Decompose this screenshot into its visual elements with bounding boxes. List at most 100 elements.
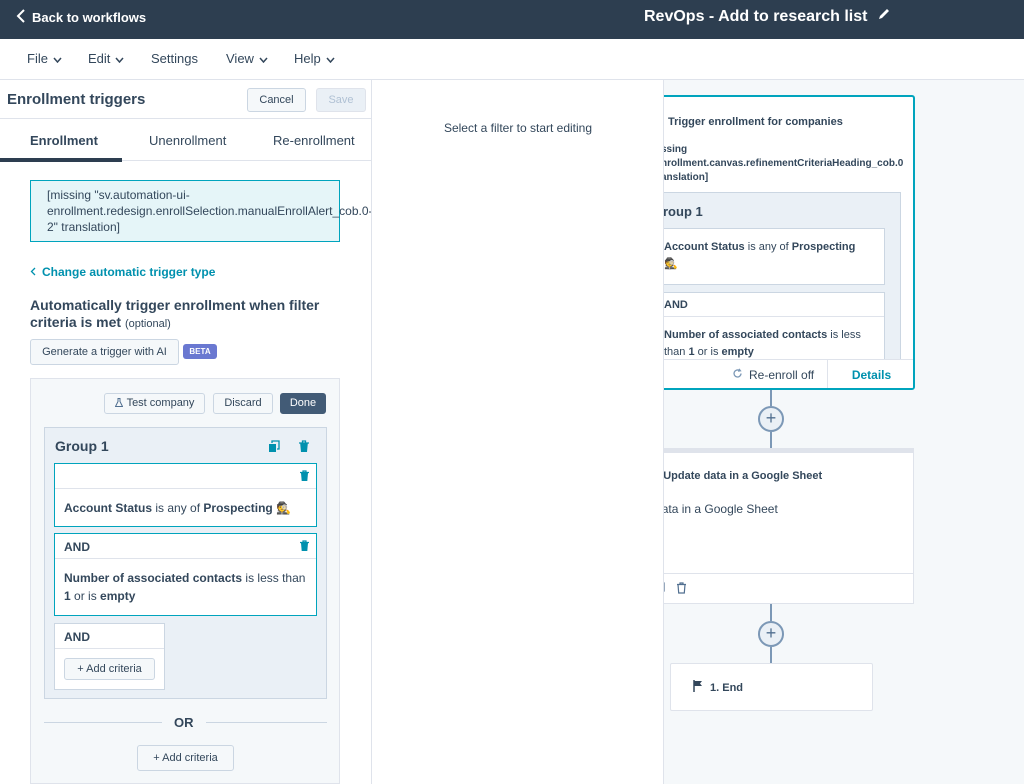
tab-reenrollment[interactable]: Re-enrollment	[273, 133, 355, 148]
generate-trigger-ai-button[interactable]: Generate a trigger with AI	[30, 339, 179, 365]
copy-icon[interactable]	[268, 440, 280, 453]
filter-group: Group 1 Account Status is any of Prospec…	[44, 427, 327, 699]
menu-edit[interactable]: Edit	[88, 51, 124, 66]
trash-icon[interactable]	[676, 582, 687, 594]
criterion-value2: empty	[100, 589, 136, 603]
chevron-down-icon	[259, 51, 268, 66]
criterion-value: 1	[64, 589, 71, 603]
menu-help[interactable]: Help	[294, 51, 335, 66]
panel-header: Enrollment triggers Cancel Save	[0, 80, 371, 119]
detective-emoji: 🕵	[276, 501, 292, 515]
criterion-property: Number of associated contacts	[64, 571, 243, 585]
connector-line	[770, 647, 772, 663]
criterion-or: or is	[697, 346, 719, 358]
trigger-card-title: Trigger enrollment for companies	[668, 116, 843, 128]
end-label: 1. End	[693, 680, 743, 695]
chevron-down-icon	[53, 51, 62, 66]
and-connector: AND	[64, 540, 90, 554]
trigger-criterion-2: AND Number of associated contacts is les…	[657, 292, 885, 361]
back-to-workflows-link[interactable]: Back to workflows	[16, 9, 146, 26]
menu-bar: File Edit Settings View Help	[0, 39, 1024, 80]
enrollment-tabs: Enrollment Unenrollment Re-enrollment	[0, 119, 371, 161]
auto-trigger-heading: Automatically trigger enrollment when fi…	[30, 297, 340, 333]
workflow-title[interactable]: RevOps - Add to research list	[644, 7, 891, 26]
trigger-criterion-1: Account Status is any of Prospecting 🕵	[657, 228, 885, 285]
add-criteria-button[interactable]: + Add criteria	[64, 658, 155, 680]
or-label: OR	[174, 715, 194, 730]
flag-icon	[693, 680, 703, 695]
chevron-down-icon	[326, 51, 335, 66]
plus-icon: +	[153, 752, 160, 764]
criterion-text: Number of associated contacts is less th…	[64, 569, 309, 605]
menu-file[interactable]: File	[27, 51, 62, 66]
change-link-label: Change automatic trigger type	[42, 265, 216, 279]
trigger-missing-translation: ssing nrollment.canvas.refinementCriteri…	[661, 144, 904, 183]
criterion-or: or is	[74, 589, 97, 603]
alert-text: [missing "sv.automation-ui- enrollment.r…	[47, 188, 372, 234]
action-title: 1. Update data in a Google Sheet	[651, 470, 823, 482]
tab-unenrollment[interactable]: Unenrollment	[149, 133, 226, 148]
filter-editor-hint: Select a filter to start editing	[443, 121, 593, 135]
divider-line	[44, 722, 162, 723]
add-action-button[interactable]: +	[758, 621, 784, 647]
trash-icon[interactable]	[298, 440, 310, 453]
refresh-icon	[732, 368, 743, 382]
tab-enrollment[interactable]: Enrollment	[30, 133, 98, 148]
add-criteria-group-button[interactable]: + Add criteria	[137, 745, 234, 771]
trash-icon[interactable]	[299, 540, 310, 552]
details-button[interactable]: Details	[827, 360, 913, 388]
filter-editor-panel: Select a filter to start editing	[372, 80, 664, 784]
criterion-operator-cont: than	[664, 346, 686, 358]
change-trigger-type-link[interactable]: Change automatic trigger type	[30, 265, 215, 279]
save-button[interactable]: Save	[316, 88, 366, 112]
criterion-operator: is any of	[747, 241, 789, 253]
criterion-value: Prospecting	[203, 501, 273, 515]
detective-emoji: 🕵	[664, 258, 678, 270]
reenroll-status[interactable]: Re-enroll off	[732, 368, 814, 382]
end-label-text: 1. End	[710, 681, 744, 694]
beaker-icon	[114, 397, 127, 409]
chevron-left-icon	[30, 265, 36, 279]
and-connector: AND	[64, 630, 90, 644]
criterion-value: 1	[688, 346, 695, 358]
auto-trigger-title: Automatically trigger enrollment when fi…	[30, 297, 320, 330]
menu-help-label: Help	[294, 51, 321, 66]
pencil-icon[interactable]	[877, 7, 891, 26]
discard-button[interactable]: Discard	[213, 393, 273, 414]
action-card[interactable]: 1. Update data in a Google Sheet ate dat…	[632, 448, 914, 604]
cancel-button[interactable]: Cancel	[247, 88, 306, 112]
back-label: Back to workflows	[32, 10, 147, 25]
menu-settings[interactable]: Settings	[151, 51, 198, 66]
menu-settings-label: Settings	[151, 51, 198, 66]
trigger-group-title: roup 1	[663, 204, 703, 219]
done-button[interactable]: Done	[280, 393, 326, 414]
menu-view[interactable]: View	[226, 51, 268, 66]
or-divider: OR	[44, 715, 327, 730]
workflow-title-text: RevOps - Add to research list	[644, 7, 868, 25]
test-company-label: Test company	[126, 397, 195, 409]
chevron-down-icon	[115, 51, 124, 66]
trash-icon[interactable]	[299, 470, 310, 482]
criterion-value2: empty	[721, 346, 754, 358]
beta-badge: BETA	[183, 344, 217, 359]
add-action-button[interactable]: +	[758, 406, 784, 432]
criterion-card-1[interactable]: Account Status is any of Prospecting 🕵	[54, 463, 317, 527]
trigger-card[interactable]: Trigger enrollment for companies ssing n…	[632, 95, 915, 390]
criterion-operator: is any of	[155, 501, 201, 515]
reenroll-label: Re-enroll off	[749, 368, 815, 382]
connector-line	[770, 604, 772, 621]
menu-file-label: File	[27, 51, 48, 66]
add-criteria-label: Add criteria	[86, 663, 142, 675]
add-criteria-label: Add criteria	[162, 752, 218, 764]
action-card-footer	[633, 573, 913, 603]
chevron-left-icon	[16, 9, 26, 26]
connector-line	[770, 432, 772, 448]
test-company-button[interactable]: Test company	[104, 393, 205, 414]
top-bar: Back to workflows RevOps - Add to resear…	[0, 0, 1024, 39]
end-card[interactable]: 1. End	[670, 663, 873, 711]
criterion-property: Account Status	[64, 501, 153, 515]
panel-title: Enrollment triggers	[7, 91, 146, 108]
criterion-text: Account Status is any of Prospecting 🕵	[64, 499, 309, 517]
criterion-card-2[interactable]: AND Number of associated contacts is les…	[54, 533, 317, 616]
criterion-operator: is less than	[245, 571, 306, 585]
